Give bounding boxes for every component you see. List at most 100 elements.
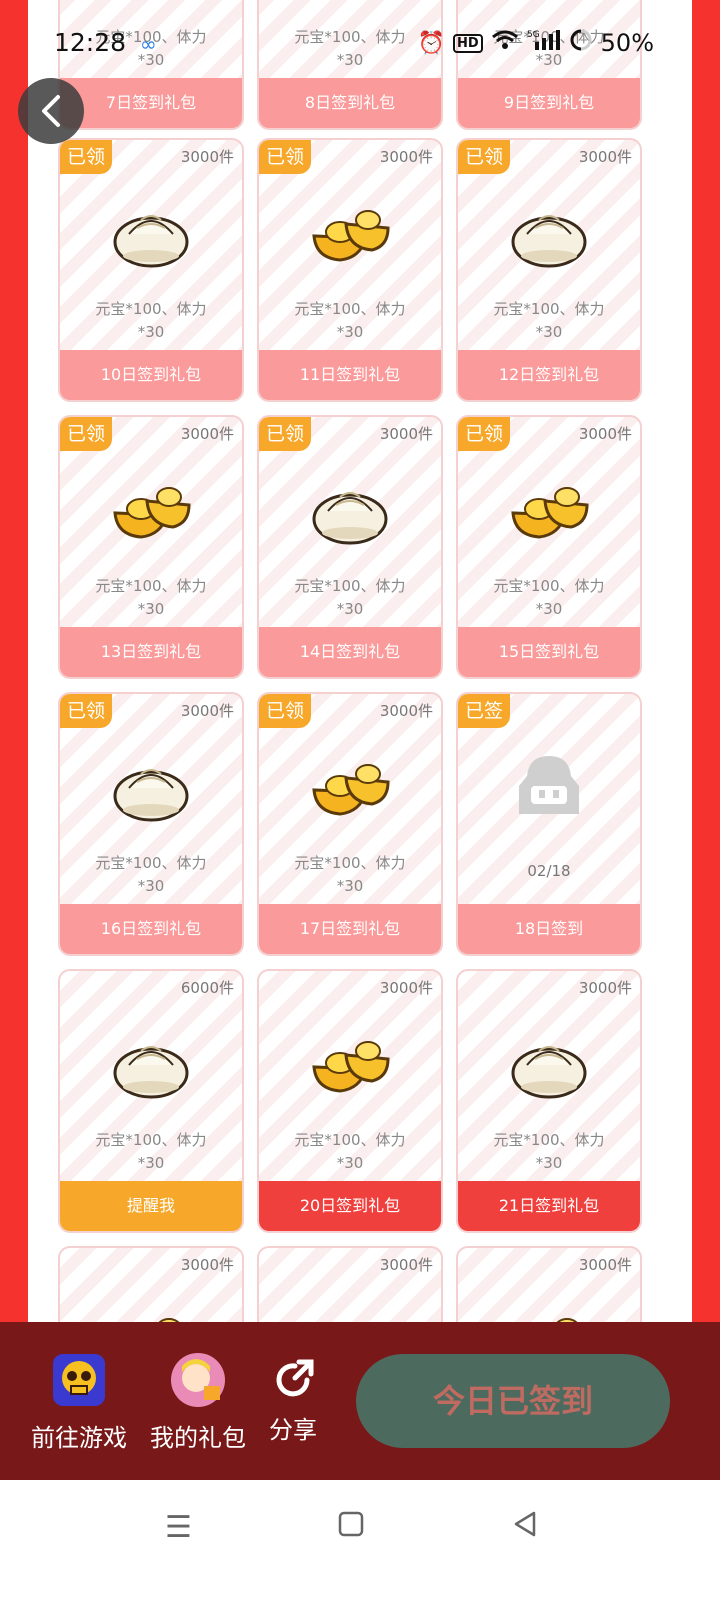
status-badge: 已领 (259, 140, 311, 174)
battery-ring-icon (569, 28, 593, 58)
status-badge: 已领 (60, 417, 112, 451)
status-badge: 已领 (60, 694, 112, 728)
gold-ingot-icon (113, 487, 191, 539)
stock-count: 3000件 (180, 148, 234, 166)
gift-card-button[interactable]: 8日签到礼包 (259, 78, 441, 128)
reward-description: 元宝*100、体力*30 (294, 854, 406, 895)
status-badge: 已领 (259, 694, 311, 728)
gift-card[interactable]: 已领 3000件元宝*100、体力 *30 15日签到礼包 (456, 415, 642, 679)
gold-ingot-icon (312, 210, 390, 262)
status-badge: 已领 (458, 140, 510, 174)
share-label: 分享 (269, 1416, 317, 1444)
gift-avatar-icon (171, 1353, 225, 1407)
stock-count: 3000件 (578, 425, 632, 443)
gift-card[interactable]: 已领 3000件元宝*100、体力 *30 10日签到礼包 (58, 138, 244, 402)
gold-ingot-icon (312, 764, 390, 816)
stock-count: 3000件 (379, 1256, 433, 1274)
wifi-icon (491, 29, 519, 57)
gift-card-button[interactable]: 12日签到礼包 (458, 350, 640, 400)
my-gifts-button[interactable]: 我的礼包 (150, 1352, 246, 1453)
frame-right (692, 0, 720, 1360)
gift-card-button[interactable]: 10日签到礼包 (60, 350, 242, 400)
go-game-label: 前往游戏 (31, 1424, 127, 1452)
svg-text:5G: 5G (527, 30, 540, 40)
reward-description: 元宝*100、体力*30 (95, 1131, 207, 1172)
gift-card-button[interactable]: 9日签到礼包 (458, 78, 640, 128)
gift-card[interactable]: 已领 3000件元宝*100、体力 *30 12日签到礼包 (456, 138, 642, 402)
gift-card[interactable]: 3000件元宝*100、体力 *30 20日签到礼包 (257, 969, 443, 1233)
steamed-bun-icon (113, 1046, 189, 1099)
gold-ingot-icon (312, 1041, 390, 1093)
stock-count: 3000件 (180, 1256, 234, 1274)
stock-count: 6000件 (180, 979, 234, 997)
gift-card-button[interactable]: 20日签到礼包 (259, 1181, 441, 1231)
stock-count: 3000件 (180, 425, 234, 443)
steamed-bun-icon (312, 492, 388, 545)
gift-card[interactable]: 3000件元宝*100、体力 *30 21日签到礼包 (456, 969, 642, 1233)
cloud-sync-icon: ∞ (140, 32, 157, 56)
reward-description: 元宝*100、体力*30 (294, 577, 406, 618)
share-button[interactable]: 分享 (266, 1352, 320, 1445)
gift-card-button[interactable]: 18日签到 (458, 904, 640, 954)
status-badge: 已签 (458, 694, 510, 728)
checked-in-today-button[interactable]: 今日已签到 (356, 1354, 670, 1448)
battery-percent: 50% (600, 29, 654, 57)
stock-count: 3000件 (379, 702, 433, 720)
status-badge: 已领 (458, 417, 510, 451)
gift-card-button[interactable]: 21日签到礼包 (458, 1181, 640, 1231)
stock-count: 3000件 (578, 979, 632, 997)
gift-card-button[interactable]: 16日签到礼包 (60, 904, 242, 954)
go-game-button[interactable]: 前往游戏 (30, 1352, 128, 1453)
share-icon (276, 1359, 314, 1397)
status-badge: 已领 (60, 140, 112, 174)
status-badge: 已领 (259, 417, 311, 451)
frame-left (0, 0, 28, 1360)
signal-5g-icon: 5G (527, 28, 561, 58)
gift-card[interactable]: 已领 3000件元宝*100、体力 *30 14日签到礼包 (257, 415, 443, 679)
avatar-placeholder-icon (519, 756, 579, 814)
gift-card-button[interactable]: 17日签到礼包 (259, 904, 441, 954)
reward-description: 元宝*100、体力*30 (95, 300, 207, 341)
reward-description: 元宝*100、体力*30 (493, 300, 605, 341)
checkin-date: 02/18 (527, 862, 571, 880)
gift-card[interactable]: 已领 3000件元宝*100、体力 *30 17日签到礼包 (257, 692, 443, 956)
gift-card-button[interactable]: 7日签到礼包 (60, 78, 242, 128)
gift-card[interactable]: 已签 02/18 18日签到 (456, 692, 642, 956)
gift-card-button[interactable]: 15日签到礼包 (458, 627, 640, 677)
alarm-icon: ⏰ (417, 30, 445, 56)
reward-description: 元宝*100、体力*30 (95, 577, 207, 618)
stock-count: 3000件 (379, 979, 433, 997)
steamed-bun-icon (113, 769, 189, 822)
gift-card-button[interactable]: 提醒我 (60, 1181, 242, 1231)
stock-count: 3000件 (379, 425, 433, 443)
gift-card[interactable]: 已领 3000件 元宝*100、体力 *30 16日签到礼包 (58, 692, 244, 956)
system-nav-bar: ☰ (0, 1480, 720, 1610)
steamed-bun-icon (511, 1046, 587, 1099)
reward-description: 元宝*100、体力*30 (493, 577, 605, 618)
stock-count: 3000件 (578, 148, 632, 166)
status-bar: 12:28 ∞ ⏰ HD 5G 50% (0, 0, 720, 84)
reward-description: 元宝*100、体力*30 (294, 1131, 406, 1172)
gift-card[interactable]: 6000件元宝*100、体力 *30 提醒我 (58, 969, 244, 1233)
gift-card-button[interactable]: 11日签到礼包 (259, 350, 441, 400)
status-icons: ⏰ HD 5G 50% (418, 28, 654, 58)
steamed-bun-icon (511, 215, 587, 268)
steamed-bun-icon (113, 215, 189, 268)
menu-icon[interactable]: ☰ (165, 1510, 192, 1545)
stock-count: 3000件 (578, 1256, 632, 1274)
home-square-icon[interactable] (338, 1510, 364, 1545)
gift-card[interactable]: 已领 3000件元宝*100、体力 *30 13日签到礼包 (58, 415, 244, 679)
stock-count: 3000件 (180, 702, 234, 720)
reward-description: 元宝*100、体力*30 (493, 1131, 605, 1172)
bottom-action-bar: 前往游戏 我的礼包 分享 今日已签到 (0, 1322, 720, 1480)
back-button[interactable] (18, 78, 84, 144)
gold-ingot-icon (511, 487, 589, 539)
reward-description: 元宝*100、体力*30 (294, 300, 406, 341)
back-triangle-icon[interactable] (512, 1510, 538, 1546)
gift-card-button[interactable]: 14日签到礼包 (259, 627, 441, 677)
game-skull-icon (53, 1354, 105, 1406)
chevron-left-icon (42, 95, 60, 127)
stock-count: 3000件 (379, 148, 433, 166)
gift-card[interactable]: 已领 3000件元宝*100、体力 *30 11日签到礼包 (257, 138, 443, 402)
gift-card-button[interactable]: 13日签到礼包 (60, 627, 242, 677)
